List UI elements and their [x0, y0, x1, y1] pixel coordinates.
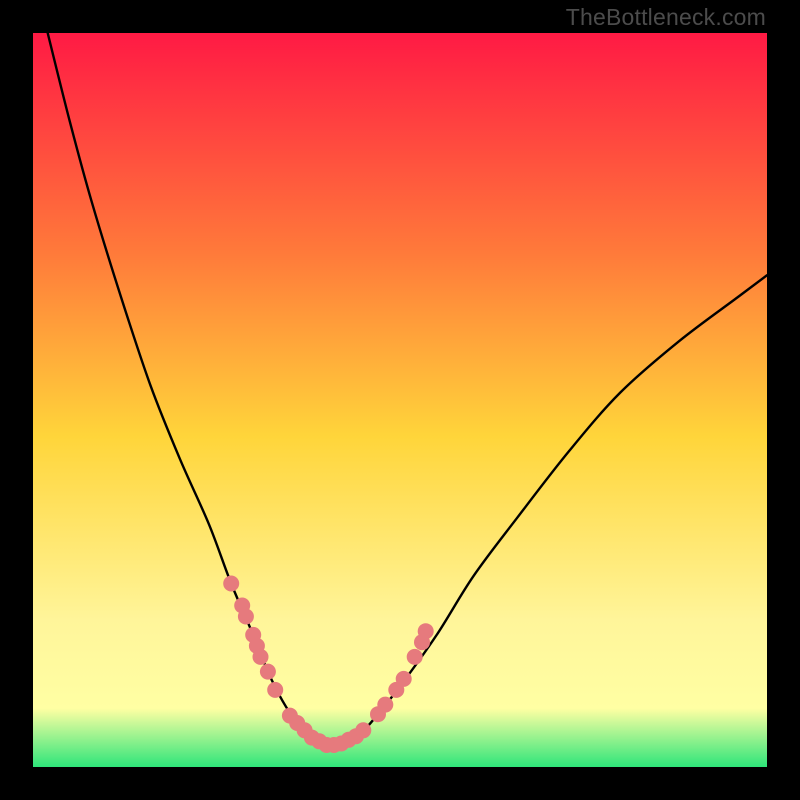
highlight-dot	[238, 609, 254, 625]
chart-frame: TheBottleneck.com	[0, 0, 800, 800]
highlight-dot	[260, 664, 276, 680]
watermark-text: TheBottleneck.com	[566, 4, 766, 31]
highlight-dot	[223, 576, 239, 592]
gradient-background	[33, 33, 767, 767]
highlight-dot	[355, 722, 371, 738]
highlight-dot	[418, 623, 434, 639]
highlight-dot	[396, 671, 412, 687]
plot-area	[33, 33, 767, 767]
highlight-dot	[253, 649, 269, 665]
highlight-dot	[407, 649, 423, 665]
highlight-dot	[267, 682, 283, 698]
highlight-dot	[377, 697, 393, 713]
bottleneck-chart	[33, 33, 767, 767]
